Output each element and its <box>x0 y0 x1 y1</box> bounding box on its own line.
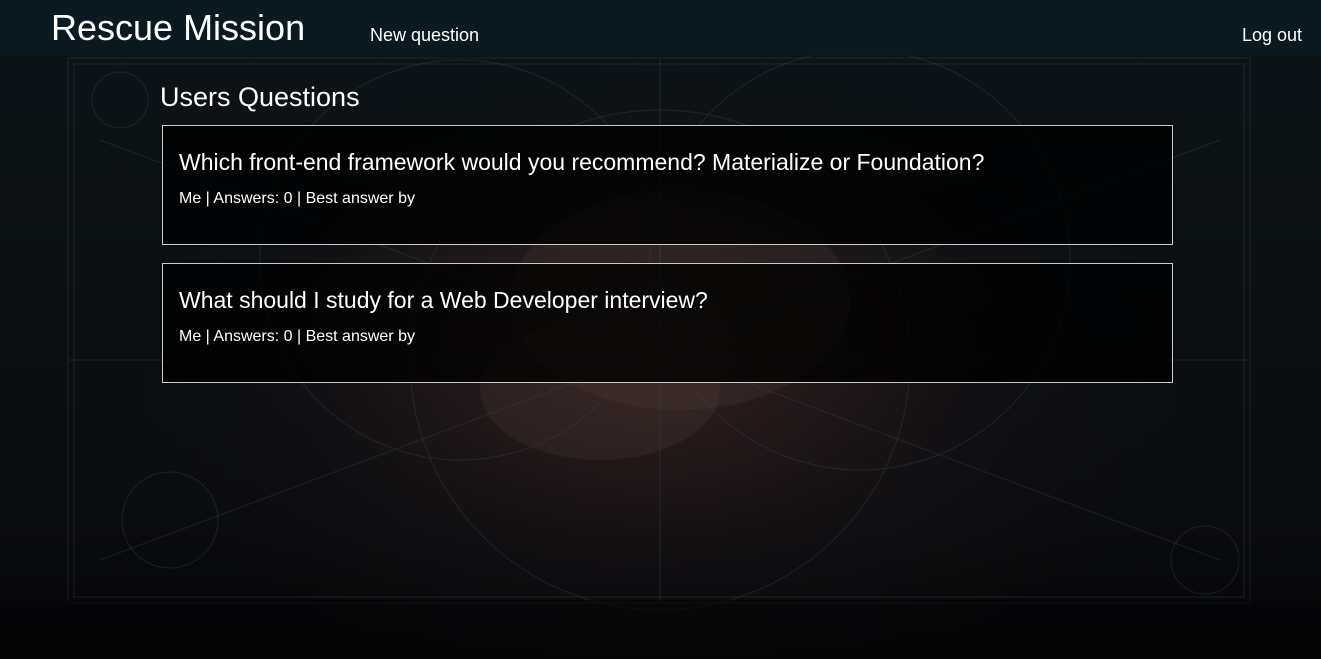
question-card[interactable]: What should I study for a Web Developer … <box>162 263 1173 383</box>
question-title[interactable]: What should I study for a Web Developer … <box>179 286 708 314</box>
meta-separator: | <box>201 328 214 345</box>
answers-count: Answers: 0 <box>213 328 293 345</box>
meta-separator: | <box>201 190 214 207</box>
best-answer-label: Best answer by <box>305 328 415 345</box>
page-title: Users Questions <box>160 82 360 112</box>
top-navbar: Rescue Mission New question Log out <box>0 0 1321 56</box>
question-author: Me <box>179 328 202 345</box>
new-question-link[interactable]: New question <box>370 24 479 46</box>
best-answer-label: Best answer by <box>305 190 415 207</box>
answers-count: Answers: 0 <box>213 190 293 207</box>
question-meta: Me | Answers: 0 | Best answer by <box>179 189 415 209</box>
question-author: Me <box>179 190 202 207</box>
question-card[interactable]: Which front-end framework would you reco… <box>162 125 1173 245</box>
log-out-link[interactable]: Log out <box>1242 24 1302 46</box>
meta-separator: | <box>292 328 306 345</box>
question-title[interactable]: Which front-end framework would you reco… <box>179 148 984 176</box>
meta-separator: | <box>292 190 306 207</box>
question-meta: Me | Answers: 0 | Best answer by <box>179 327 415 347</box>
main-content: Users Questions Which front-end framewor… <box>160 80 1173 383</box>
brand-logo-link[interactable]: Rescue Mission <box>51 8 305 48</box>
